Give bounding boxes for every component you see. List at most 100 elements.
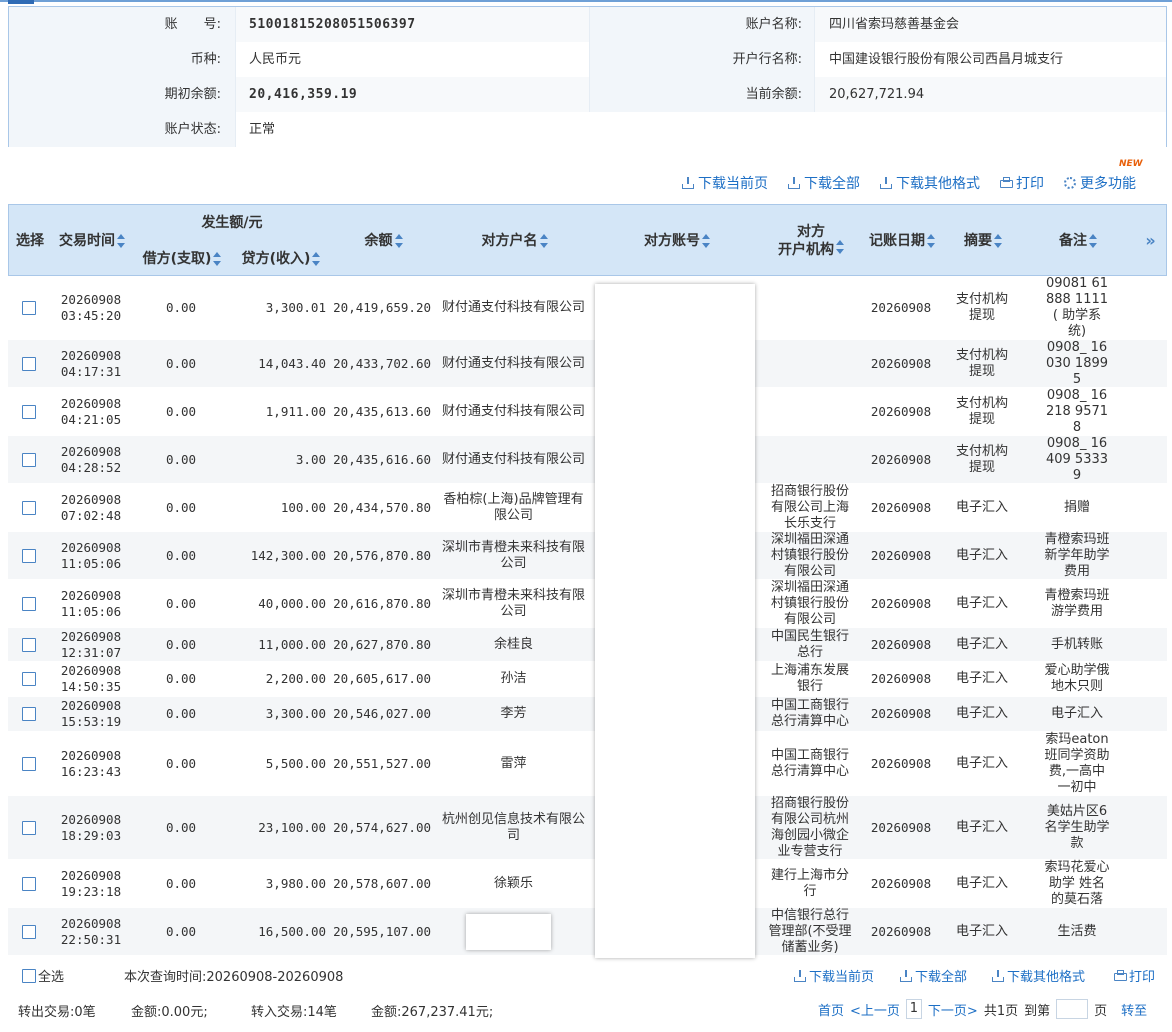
row-select-cell[interactable] (8, 484, 50, 531)
first-page-link[interactable]: 首页 (818, 1000, 844, 1019)
select-all-checkbox[interactable] (22, 968, 36, 983)
col-post-date[interactable]: 记账日期 (861, 205, 943, 277)
download-page-button[interactable]: 下载当前页 (682, 173, 768, 193)
col-summary[interactable]: 摘要 (943, 205, 1023, 277)
col-debit[interactable]: 借方(支取) (133, 241, 231, 277)
more-functions-button[interactable]: 更多功能 (1064, 173, 1136, 193)
row-select-cell[interactable] (8, 276, 50, 339)
row-select-cell[interactable] (8, 628, 50, 661)
row-checkbox[interactable] (22, 300, 36, 315)
transaction-clock: 16:23:43 (60, 763, 122, 779)
currency-label: 币种: (9, 42, 236, 77)
row-checkbox[interactable] (22, 756, 36, 771)
row-select-cell[interactable] (8, 796, 50, 859)
prev-page-link[interactable]: <上一页 (850, 1000, 900, 1019)
row-select-cell[interactable] (8, 580, 50, 627)
row-checkbox[interactable] (22, 707, 36, 721)
print-button[interactable]: 打印 (1000, 173, 1044, 193)
footer-download-all-button[interactable]: 下载全部 (900, 966, 967, 985)
col-balance[interactable]: 余额 (331, 205, 436, 277)
outgoing-amount: 金额:0.00元; (131, 1005, 208, 1020)
party-bank (760, 388, 860, 435)
download-icon (992, 969, 1004, 982)
row-select-cell[interactable] (8, 388, 50, 435)
transaction-clock: 07:02:48 (60, 507, 122, 523)
row-checkbox[interactable] (22, 548, 36, 563)
remark: 手机转账 (1050, 636, 1103, 652)
table-row[interactable]: 20260908 22:50:31 0.00 16,500.00 20,595,107.… (8, 908, 1167, 956)
table-row[interactable]: 20260908 11:05:06 0.00 142,300.00 20,576,870… (8, 532, 1167, 580)
select-all[interactable]: 全选 (22, 966, 64, 985)
table-row[interactable]: 20260908 04:21:05 0.00 1,911.00 20,435,613.6… (8, 388, 1167, 436)
sort-icon[interactable] (836, 240, 844, 254)
row-select-cell[interactable] (8, 532, 50, 579)
footer-download-page-button[interactable]: 下载当前页 (794, 966, 874, 985)
download-all-button[interactable]: 下载全部 (788, 173, 860, 193)
col-credit[interactable]: 贷方(收入) (231, 241, 331, 277)
more-columns-button[interactable]: » (1133, 205, 1168, 277)
row-select-cell[interactable] (8, 340, 50, 387)
row-checkbox[interactable] (22, 500, 36, 515)
table-row[interactable]: 20260908 04:28:52 0.00 3.00 20,435,616.60 财付通… (8, 436, 1167, 484)
row-checkbox[interactable] (22, 876, 36, 891)
table-row[interactable]: 20260908 16:23:43 0.00 5,500.00 20,551,527.0… (8, 732, 1167, 796)
next-page-link[interactable]: 下一页> (928, 1000, 978, 1019)
col-remark[interactable]: 备注 (1023, 205, 1133, 277)
row-checkbox[interactable] (22, 404, 36, 419)
row-checkbox[interactable] (22, 820, 36, 835)
table-row[interactable]: 20260908 14:50:35 0.00 2,200.00 20,605,617.0… (8, 662, 1167, 697)
col-party-account[interactable]: 对方账号 (593, 205, 761, 277)
col-party-name[interactable]: 对方户名 (436, 205, 593, 277)
party-name: 杭州创见信息技术有限公司 (441, 811, 585, 843)
table-row[interactable]: 20260908 03:45:20 0.00 3,300.01 20,419,659.2… (8, 276, 1167, 340)
table-row[interactable]: 20260908 12:31:07 0.00 11,000.00 20,627,870.… (8, 628, 1167, 662)
sort-icon[interactable] (702, 234, 710, 248)
goto-page-input[interactable] (1056, 999, 1089, 1019)
sort-icon[interactable] (312, 252, 321, 266)
table-row[interactable]: 20260908 04:17:31 0.00 14,043.40 20,433,702.… (8, 340, 1167, 388)
current-page[interactable]: 1 (905, 999, 922, 1019)
row-select-cell[interactable] (8, 436, 50, 483)
row-select-cell[interactable] (8, 662, 50, 696)
sort-icon[interactable] (927, 234, 935, 248)
footer-print-button[interactable]: 打印 (1114, 966, 1155, 985)
total-pages: 共1页 (983, 1003, 1019, 1019)
row-checkbox[interactable] (22, 637, 36, 652)
row-checkbox[interactable] (22, 452, 36, 467)
sort-icon[interactable] (394, 234, 403, 248)
balance-amount: 20,551,527.00 (333, 755, 431, 771)
row-checkbox[interactable] (22, 356, 36, 371)
transaction-clock: 04:21:05 (60, 411, 122, 427)
table-row[interactable]: 20260908 19:23:18 0.00 3,980.00 20,578,607.0… (8, 860, 1167, 908)
download-other-button[interactable]: 下载其他格式 (880, 173, 980, 193)
sort-icon[interactable] (213, 252, 222, 266)
post-date: 20260908 (870, 299, 932, 315)
debit-amount: 0.00 (165, 403, 197, 419)
sort-icon[interactable] (1089, 234, 1097, 248)
row-checkbox[interactable] (22, 672, 36, 686)
currency-value: 人民币元 (249, 52, 302, 67)
party-bank: 深圳福田深通村镇银行股份有限公司 (770, 579, 849, 627)
table-row[interactable]: 20260908 15:53:19 0.00 3,300.00 20,546,027.0… (8, 697, 1167, 732)
double-chevron-icon[interactable]: » (1145, 233, 1155, 249)
col-party-bank[interactable]: 对方 开户机构 (761, 205, 861, 277)
row-checkbox[interactable] (22, 924, 36, 939)
table-row[interactable]: 20260908 11:05:06 0.00 40,000.00 20,616,870.… (8, 580, 1167, 628)
footer-download-other-button[interactable]: 下载其他格式 (992, 966, 1085, 985)
row-select-cell[interactable] (8, 908, 50, 955)
row-select-cell[interactable] (8, 697, 50, 731)
table-row[interactable]: 20260908 18:29:03 0.00 23,100.00 20,574,627.… (8, 796, 1167, 860)
transaction-date: 20260908 (60, 663, 122, 678)
table-row[interactable]: 20260908 07:02:48 0.00 100.00 20,434,570.80 香… (8, 484, 1167, 532)
transaction-clock: 04:17:31 (60, 363, 122, 379)
row-select-cell[interactable] (8, 860, 50, 907)
row-select-cell[interactable] (8, 732, 50, 795)
col-time[interactable]: 交易时间 (51, 205, 133, 277)
sort-icon[interactable] (117, 234, 125, 248)
sort-icon[interactable] (994, 234, 1002, 248)
sort-icon[interactable] (539, 234, 548, 248)
row-checkbox[interactable] (22, 596, 36, 611)
party-name: 徐颖乐 (493, 875, 533, 891)
goto-button[interactable]: 转至 (1121, 1000, 1147, 1019)
tab-active-indicator[interactable] (8, 0, 34, 4)
